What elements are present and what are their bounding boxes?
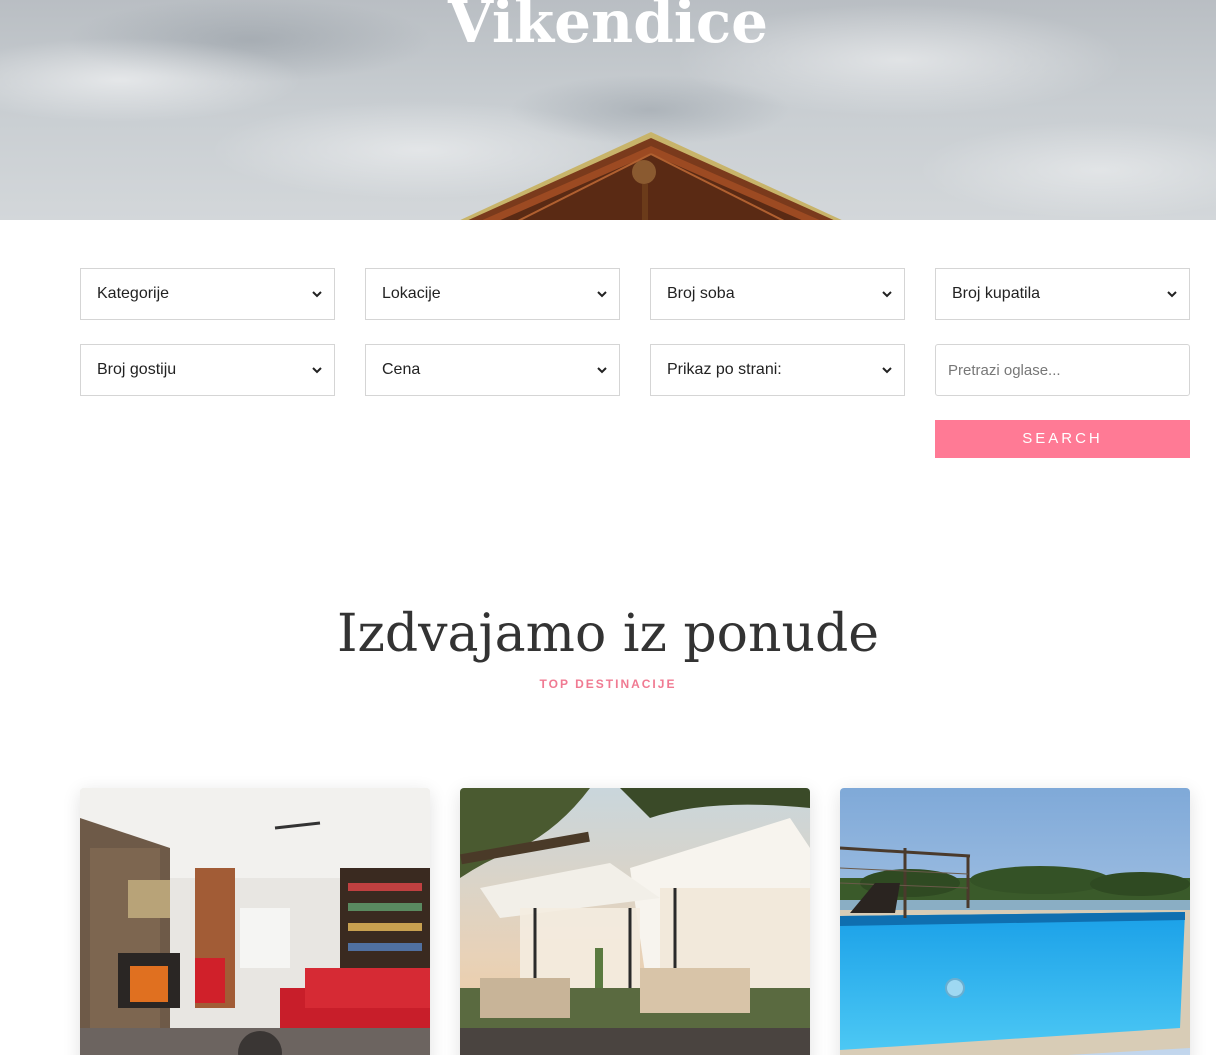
price-select[interactable]: Cena <box>365 344 620 396</box>
guests-select-value: Broj gostiju <box>97 361 177 378</box>
price-select-value: Cena <box>382 361 421 378</box>
chevron-down-icon <box>597 291 607 298</box>
rooms-select-value: Broj soba <box>667 285 735 302</box>
chevron-down-icon <box>312 367 322 374</box>
search-input[interactable] <box>935 344 1190 396</box>
bathrooms-select-value: Broj kupatila <box>952 285 1041 302</box>
chevron-down-icon <box>882 291 892 298</box>
chevron-down-icon <box>882 367 892 374</box>
chevron-down-icon <box>312 291 322 298</box>
category-select-value: Kategorije <box>97 285 170 302</box>
roof-image <box>460 132 842 220</box>
listing-image-swimming-pool <box>840 788 1190 1055</box>
section-title: Izdvajamo iz ponude <box>336 604 880 664</box>
per-page-select[interactable]: Prikaz po strani: <box>650 344 905 396</box>
section-subtitle: TOP DESTINACIJE <box>539 677 677 691</box>
chevron-down-icon <box>597 367 607 374</box>
listing-card[interactable] <box>460 788 810 1055</box>
guests-select[interactable]: Broj gostiju <box>80 344 335 396</box>
hero-banner: Vikendice <box>0 0 1216 220</box>
hero-title: Vikendice <box>447 0 769 56</box>
bathrooms-select[interactable]: Broj kupatila <box>935 268 1190 320</box>
per-page-select-value: Prikaz po strani: <box>667 361 782 378</box>
listing-card[interactable] <box>80 788 430 1055</box>
location-select-value: Lokacije <box>382 285 441 302</box>
chevron-down-icon <box>1167 291 1177 298</box>
listing-card[interactable] <box>840 788 1190 1055</box>
rooms-select[interactable]: Broj soba <box>650 268 905 320</box>
category-select[interactable]: Kategorije <box>80 268 335 320</box>
listing-image-living-room <box>80 788 430 1055</box>
location-select[interactable]: Lokacije <box>365 268 620 320</box>
search-button[interactable]: SEARCH <box>935 420 1190 458</box>
listing-image-garden-gazebo <box>460 788 810 1055</box>
